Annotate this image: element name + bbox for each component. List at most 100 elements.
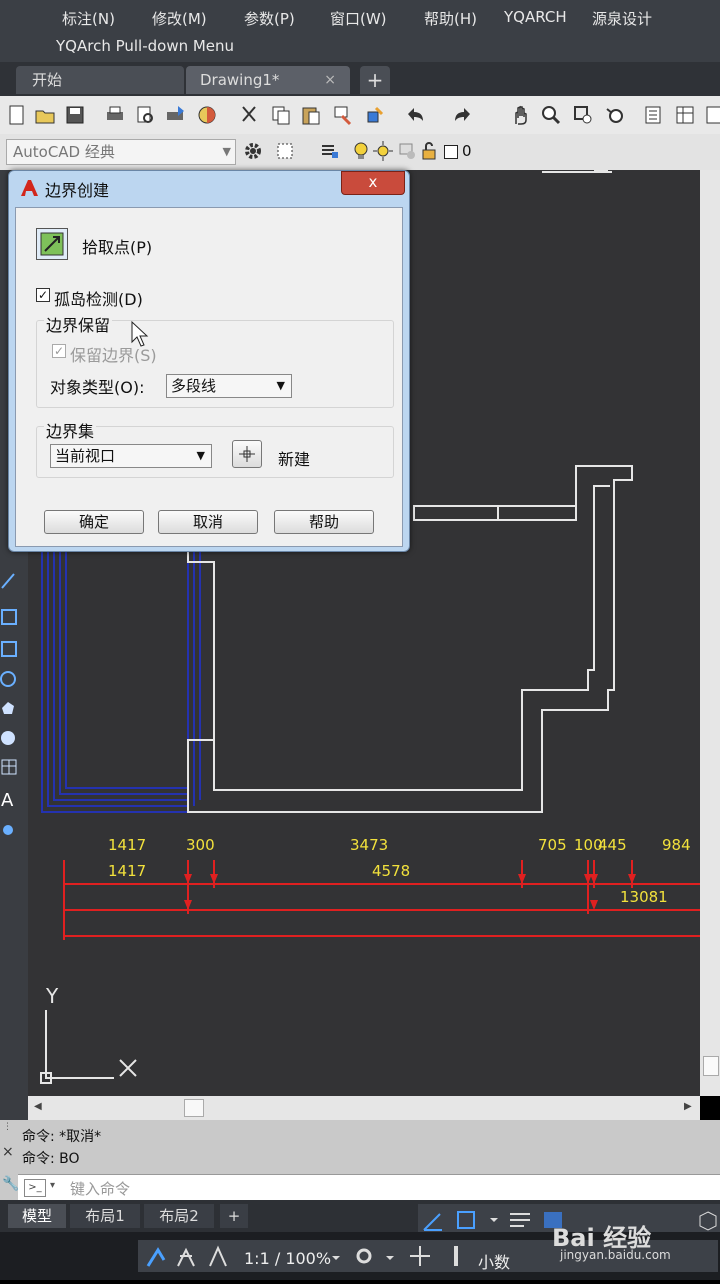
block-editor-icon[interactable]: [364, 104, 386, 126]
viewport-freeze-icon[interactable]: [396, 140, 418, 162]
svg-text:A: A: [1, 790, 14, 811]
boundary-set-dropdown[interactable]: 当前视口 ▼: [50, 444, 212, 468]
file-tab-strip: 开始 Drawing1* × +: [0, 62, 720, 96]
tab-layout1[interactable]: 布局1: [70, 1204, 140, 1228]
annotation-scale-value[interactable]: 1:1 / 100%: [244, 1249, 331, 1268]
wrench-icon[interactable]: 🔧: [2, 1176, 19, 1192]
island-detection-label: 孤岛检测(D): [54, 290, 143, 309]
tab-start[interactable]: 开始: [16, 66, 184, 94]
mouse-cursor-icon: [131, 320, 149, 347]
retain-boundary-checkbox[interactable]: ✓: [52, 344, 66, 358]
chevron-down-icon: ▼: [196, 449, 205, 462]
tab-model[interactable]: 模型: [8, 1204, 66, 1228]
redo-icon[interactable]: [452, 104, 474, 126]
units-value[interactable]: 小数: [478, 1249, 510, 1273]
layer-color-swatch[interactable]: [444, 145, 458, 159]
copy-icon[interactable]: [270, 104, 292, 126]
paste-icon[interactable]: [300, 104, 322, 126]
layer-properties-icon[interactable]: [318, 140, 340, 162]
tab-drawing1[interactable]: Drawing1* ×: [186, 66, 350, 94]
boundary-creation-dialog: 边界创建 x 拾取点(P) ✓ 孤岛检测(D) 边界保留 ✓ 保留边界(S) 对…: [8, 170, 410, 552]
chevron-down-icon: ▼: [222, 145, 231, 158]
ok-button[interactable]: 确定: [44, 510, 144, 534]
workspace-value: AutoCAD 经典: [13, 143, 115, 161]
workspace-settings-gear-icon[interactable]: [242, 140, 264, 162]
sun-icon[interactable]: [372, 140, 394, 162]
new-boundary-set-label: 新建: [278, 450, 311, 469]
horizontal-scroll-thumb[interactable]: [184, 1099, 204, 1117]
lightbulb-icon[interactable]: [350, 140, 372, 162]
horizontal-scrollbar[interactable]: ◀ ▶: [28, 1096, 700, 1120]
pulldown-menu-title: YQArch Pull-down Menu: [0, 34, 720, 62]
command-line[interactable]: >_ ▾ 键入命令: [18, 1174, 720, 1201]
cancel-button[interactable]: 取消: [158, 510, 258, 534]
save-icon[interactable]: [64, 104, 86, 126]
command-prompt-icon[interactable]: >_: [24, 1179, 46, 1197]
ucs-y-label: Y: [46, 984, 59, 1008]
pan-icon[interactable]: [510, 104, 532, 126]
help-button[interactable]: 帮助: [274, 510, 374, 534]
object-type-label: 对象类型(O):: [50, 378, 145, 397]
zoom-previous-icon[interactable]: [604, 104, 626, 126]
dim-text: 4578: [372, 862, 411, 880]
3d-publish-icon[interactable]: [196, 104, 218, 126]
crosshair-icon: [239, 446, 255, 462]
zoom-window-icon[interactable]: [572, 104, 594, 126]
close-icon[interactable]: ×: [324, 66, 336, 94]
boundary-retention-title: 边界保留: [44, 312, 113, 336]
design-center-icon[interactable]: [674, 104, 696, 126]
object-type-dropdown[interactable]: 多段线 ▼: [166, 374, 292, 398]
current-layer-value: 0: [462, 142, 472, 160]
tab-drawing-label: Drawing1*: [200, 71, 280, 89]
scroll-right-icon[interactable]: ▶: [684, 1101, 692, 1112]
workspace-dropdown[interactable]: AutoCAD 经典 ▼: [6, 139, 236, 165]
dim-text: 705: [538, 836, 567, 854]
standard-toolbar: [0, 96, 720, 135]
menu-item-window[interactable]: 窗口(W): [330, 8, 387, 29]
island-detection-checkbox[interactable]: ✓: [36, 288, 50, 302]
command-history-line: 命令: BO: [22, 1151, 80, 1167]
scroll-left-icon[interactable]: ◀: [34, 1101, 42, 1112]
autocad-logo-icon: [21, 180, 38, 196]
new-tab-button[interactable]: +: [360, 66, 390, 94]
properties-icon[interactable]: [642, 104, 664, 126]
zoom-realtime-icon[interactable]: [540, 104, 562, 126]
dialog-close-button[interactable]: x: [341, 171, 405, 195]
menu-item-yqarch[interactable]: YQARCH: [504, 8, 567, 26]
print-icon[interactable]: [104, 104, 126, 126]
match-properties-icon[interactable]: [332, 104, 354, 126]
menu-item-help[interactable]: 帮助(H): [424, 8, 477, 29]
dim-text: 984: [662, 836, 691, 854]
menu-item-modify[interactable]: 修改(M): [152, 8, 207, 29]
object-type-value: 多段线: [171, 377, 217, 395]
open-folder-icon[interactable]: [34, 104, 56, 126]
customize-icon[interactable]: [274, 140, 296, 162]
menu-item-parametric[interactable]: 参数(P): [244, 8, 295, 29]
undo-icon[interactable]: [404, 104, 426, 126]
command-input-placeholder: 键入命令: [70, 1180, 131, 1198]
cut-icon[interactable]: [238, 104, 260, 126]
boundary-set-title: 边界集: [44, 418, 97, 442]
new-boundary-set-button[interactable]: [232, 440, 262, 468]
dialog-body: 拾取点(P) ✓ 孤岛检测(D) 边界保留 ✓ 保留边界(S) 对象类型(O):…: [15, 207, 403, 547]
publish-icon[interactable]: [164, 104, 186, 126]
menu-item-dimension[interactable]: 标注(N): [62, 8, 115, 29]
print-preview-icon[interactable]: [134, 104, 156, 126]
tab-layout2[interactable]: 布局2: [144, 1204, 214, 1228]
command-history-line: 命令: *取消*: [22, 1129, 102, 1145]
pick-points-button[interactable]: [36, 228, 68, 260]
vertical-scroll-thumb[interactable]: [703, 1056, 719, 1076]
vertical-scrollbar[interactable]: [700, 170, 720, 1096]
chevron-down-icon: ▼: [276, 379, 285, 392]
add-layout-button[interactable]: +: [220, 1204, 248, 1228]
dialog-title: 边界创建: [45, 181, 110, 200]
close-icon[interactable]: ×: [2, 1144, 14, 1160]
tool-palettes-icon[interactable]: [704, 104, 720, 126]
menu-bar: 标注(N) 修改(M) 参数(P) 窗口(W) 帮助(H) YQARCH 源泉设…: [0, 0, 720, 34]
new-file-icon[interactable]: [6, 104, 28, 126]
dim-text: 300: [186, 836, 215, 854]
chevron-down-icon[interactable]: ▾: [50, 1180, 55, 1191]
lock-icon[interactable]: [418, 140, 440, 162]
dim-text: 445: [598, 836, 627, 854]
menu-item-yuanquan[interactable]: 源泉设计: [592, 8, 652, 29]
